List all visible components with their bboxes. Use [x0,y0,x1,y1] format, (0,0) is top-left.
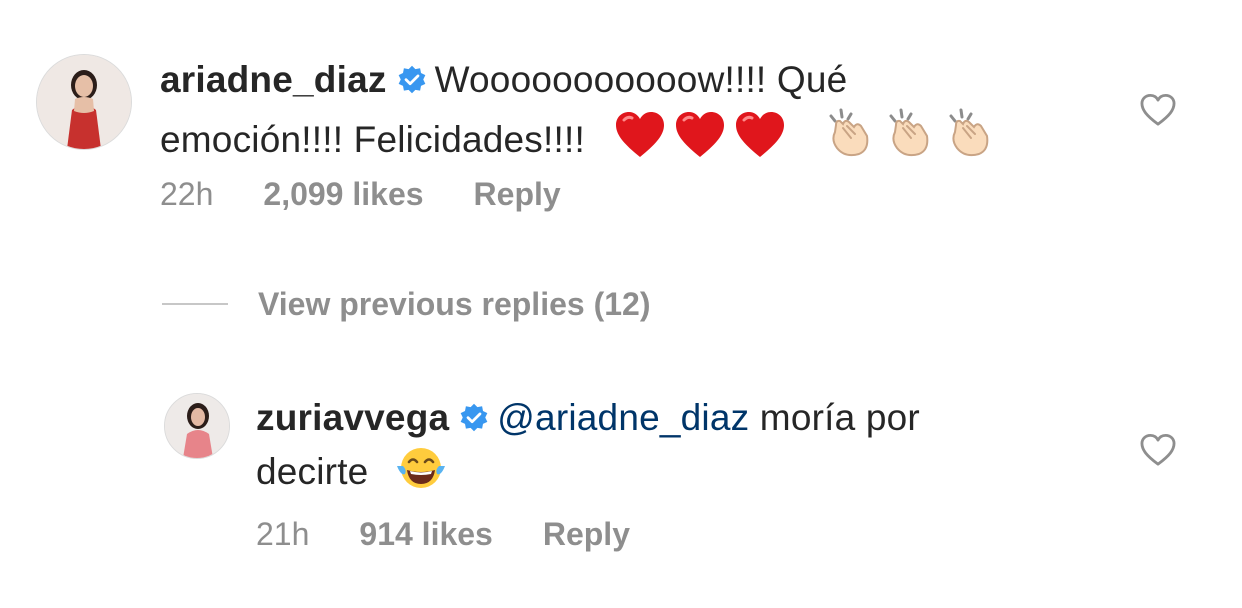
avatar[interactable] [36,54,132,150]
clap-emoji-icon [941,106,993,160]
username[interactable]: ariadne_diaz [160,59,387,100]
comment-text-line2: emoción!!!! Felicidades!!!! [160,119,585,160]
reply-button[interactable]: Reply [474,176,561,213]
comment-body: zuriavvega @ariadne_diaz moría por decirt… [256,392,1156,498]
comment-time[interactable]: 21h [256,516,309,553]
clap-emoji-icon [821,106,873,160]
comment-time[interactable]: 22h [160,176,213,213]
likes-count[interactable]: 914 likes [359,516,492,553]
view-previous-replies[interactable]: View previous replies (12) [162,284,650,324]
verified-badge-icon [459,403,489,433]
comment-text-line1: Wooooooooooow!!!! Qué [434,59,848,100]
avatar[interactable] [164,393,230,459]
comment-ariadne: ariadne_diaz Wooooooooooow!!!! Qué emoció… [0,0,1242,240]
comment-meta: 22h 2,099 likes Reply [160,176,561,213]
heart-emoji-icon [674,110,726,160]
comment-text-line2: decirte [256,451,369,492]
clap-emoji-icon [881,106,933,160]
comment-meta: 21h 914 likes Reply [256,516,630,553]
tears-of-joy-emoji-icon [395,444,447,492]
reply-button[interactable]: Reply [543,516,630,553]
comment-body: ariadne_diaz Wooooooooooow!!!! Qué emoció… [160,54,1060,166]
comment-zuria: zuriavvega @ariadne_diaz moría por decirt… [0,370,1242,608]
likes-count[interactable]: 2,099 likes [263,176,423,213]
verified-badge-icon [397,65,427,95]
heart-emoji-icon [614,110,666,160]
username[interactable]: zuriavvega [256,397,449,438]
mention-link[interactable]: @ariadne_diaz [497,397,749,438]
comment-text-line1: moría por [749,397,920,438]
heart-emoji-icon [734,110,786,160]
divider-line [162,303,228,305]
view-previous-replies-label[interactable]: View previous replies (12) [258,286,650,323]
like-heart-icon[interactable] [1139,93,1177,127]
like-heart-icon[interactable] [1139,433,1177,467]
